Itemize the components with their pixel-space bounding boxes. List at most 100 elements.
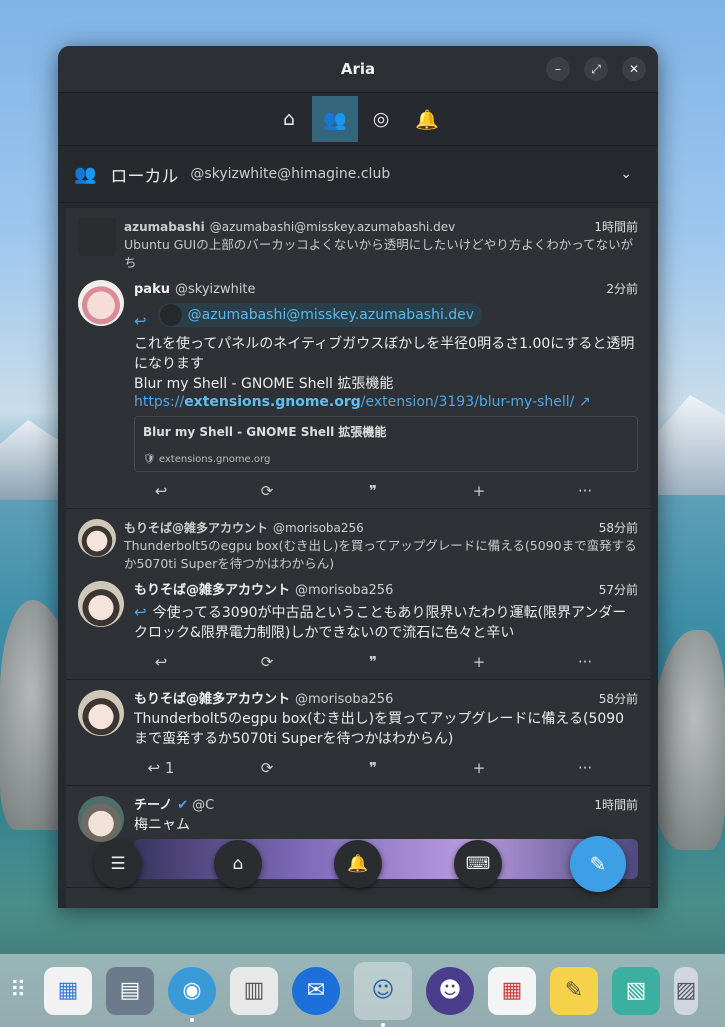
renote-button[interactable]: ⟳ bbox=[247, 653, 287, 671]
reply-button[interactable]: ↩ 1 bbox=[141, 759, 181, 777]
global-timeline-icon: ◎ bbox=[372, 108, 390, 130]
floating-nav: ☰ ⌂ 🔔 ⌨ bbox=[92, 840, 632, 890]
more-button[interactable]: ··· bbox=[565, 653, 605, 671]
notes-icon[interactable]: ✎ bbox=[550, 966, 598, 1015]
settings-icon[interactable]: ▨ bbox=[674, 966, 698, 1015]
more-button[interactable]: ··· bbox=[565, 482, 605, 500]
news-reader-icon[interactable]: ▥ bbox=[230, 966, 278, 1015]
cat-app-icon[interactable]: ☻ bbox=[426, 966, 474, 1015]
link-preview[interactable]: Blur my Shell - GNOME Shell 拡張機能 🛡 exten… bbox=[134, 416, 638, 472]
react-button[interactable]: + bbox=[459, 482, 499, 500]
background-mountain bbox=[655, 395, 725, 495]
reply-icon: ↩ bbox=[134, 312, 147, 330]
reply-button[interactable]: ↩ bbox=[141, 482, 181, 500]
tab-local[interactable]: 👥 bbox=[312, 96, 358, 142]
preview-title: Blur my Shell - GNOME Shell 拡張機能 bbox=[143, 425, 387, 439]
note-card[interactable]: もりそば@雑多アカウント @morisoba256 58分前 Thunderbo… bbox=[66, 680, 650, 786]
avatar bbox=[159, 304, 182, 326]
author-name[interactable]: もりそば@雑多アカウント bbox=[134, 691, 290, 709]
timestamp[interactable]: 1時間前 bbox=[594, 218, 638, 236]
author-username: @C bbox=[192, 798, 215, 813]
file-manager-icon[interactable]: ▤ bbox=[106, 966, 154, 1015]
site-icon: 🛡 bbox=[143, 454, 159, 465]
close-button[interactable]: ✕ bbox=[622, 57, 646, 81]
author-username: @morisoba256 bbox=[295, 692, 394, 707]
timeline-name: ローカル bbox=[110, 166, 179, 187]
timeline-account: @skyizwhite@himagine.club bbox=[190, 166, 391, 182]
renote-button[interactable]: ⟳ bbox=[247, 759, 287, 777]
renote-button[interactable]: ⟳ bbox=[247, 482, 287, 500]
local-timeline-icon: 👥 bbox=[323, 108, 347, 131]
tab-notifications[interactable]: 🔔 bbox=[404, 96, 450, 142]
note-actions: ↩ ⟳ ❞ + ··· bbox=[78, 482, 638, 500]
book-icon[interactable]: ▧ bbox=[612, 966, 660, 1015]
author-name[interactable]: paku bbox=[134, 281, 170, 299]
more-button[interactable]: ··· bbox=[565, 759, 605, 777]
avatar[interactable] bbox=[78, 218, 116, 256]
note-card[interactable]: もりそば@雑多アカウント @morisoba256 58分前 Thunderbo… bbox=[66, 509, 650, 680]
software-store-icon[interactable]: ▦ bbox=[44, 966, 92, 1015]
minimize-button[interactable]: – bbox=[546, 57, 570, 81]
reply-button[interactable]: ↩ bbox=[141, 653, 181, 671]
misskey-client-icon[interactable]: ☺ bbox=[354, 961, 412, 1027]
mention-chip[interactable]: @azumabashi@misskey.azumabashi.dev bbox=[157, 303, 483, 327]
note-text: Thunderbolt5のegpu box(むき出し)を買ってアップグレードに備… bbox=[134, 711, 625, 747]
verified-icon: ✔ bbox=[177, 798, 189, 813]
aria-app-icon[interactable]: ◉ bbox=[168, 966, 216, 1022]
avatar[interactable] bbox=[78, 796, 124, 842]
notifications-button[interactable]: 🔔 bbox=[334, 840, 382, 888]
chevron-down-icon[interactable]: ⌄ bbox=[620, 166, 632, 182]
external-link-icon: ↗ bbox=[574, 394, 591, 410]
timestamp[interactable]: 1時間前 bbox=[594, 796, 638, 814]
timestamp[interactable]: 2分前 bbox=[606, 280, 638, 298]
note-text: Thunderbolt5のegpu box(むき出し)を買ってアップグレードに備… bbox=[124, 538, 637, 571]
avatar[interactable] bbox=[78, 581, 124, 627]
note-card[interactable]: azumabashi @azumabashi@misskey.azumabash… bbox=[66, 208, 650, 509]
note-text: Ubuntu GUIの上部のバーカッコよくないから透明にしたいけどやり方よくわか… bbox=[124, 237, 634, 270]
author-name[interactable]: チーノ bbox=[134, 797, 172, 815]
local-timeline-icon: 👥 bbox=[74, 163, 97, 185]
quote-button[interactable]: ❞ bbox=[353, 482, 393, 500]
title-bar[interactable]: Aria – ⤢ ✕ bbox=[58, 46, 658, 93]
calendar-icon[interactable]: ▦ bbox=[488, 966, 536, 1015]
app-window: Aria – ⤢ ✕ ⌂ 👥 ◎ 🔔 👥 ローカル @skyizwhite@hi… bbox=[58, 46, 658, 908]
menu-button[interactable]: ☰ bbox=[94, 840, 142, 888]
quote-button[interactable]: ❞ bbox=[353, 653, 393, 671]
timestamp[interactable]: 58分前 bbox=[599, 690, 638, 708]
home-button[interactable]: ⌂ bbox=[214, 840, 262, 888]
avatar[interactable] bbox=[78, 280, 124, 326]
reply-target[interactable]: もりそば@雑多アカウント @morisoba256 58分前 Thunderbo… bbox=[78, 519, 638, 573]
author-name[interactable]: もりそば@雑多アカウント bbox=[134, 582, 290, 600]
react-button[interactable]: + bbox=[459, 653, 499, 671]
author-username: @skyizwhite bbox=[174, 282, 256, 297]
timeline-header[interactable]: 👥 ローカル @skyizwhite@himagine.club ⌄ bbox=[58, 146, 658, 203]
quote-button[interactable]: ❞ bbox=[353, 759, 393, 777]
keyboard-button[interactable]: ⌨ bbox=[454, 840, 502, 888]
timeline-tabs: ⌂ 👥 ◎ 🔔 bbox=[58, 93, 658, 146]
timestamp[interactable]: 58分前 bbox=[599, 519, 638, 537]
avatar[interactable] bbox=[78, 519, 116, 557]
dock: ⠿ ▦ ▤ ◉ ▥ ✉ ☺ ☻ ▦ ✎ ▧ ▨ bbox=[0, 954, 725, 1027]
tab-global[interactable]: ◎ bbox=[358, 96, 404, 142]
timestamp[interactable]: 57分前 bbox=[599, 581, 638, 599]
note-actions: ↩ ⟳ ❞ + ··· bbox=[78, 653, 638, 671]
home-icon: ⌂ bbox=[232, 854, 244, 874]
avatar[interactable] bbox=[78, 690, 124, 736]
keyboard-icon: ⌨ bbox=[465, 854, 491, 874]
app-grid-icon[interactable]: ⠿ bbox=[6, 967, 30, 1015]
note-text: これを使ってパネルのネイティブガウスぼかしを半径0明るさ1.00にすると透明にな… bbox=[134, 336, 635, 372]
note-link[interactable]: https://extensions.gnome.org/extension/3… bbox=[134, 394, 638, 410]
author-name[interactable]: azumabashi bbox=[124, 218, 205, 236]
compose-button[interactable]: ✎ bbox=[570, 836, 626, 892]
note-text: Blur my Shell - GNOME Shell 拡張機能 bbox=[134, 376, 394, 392]
timeline-feed[interactable]: azumabashi @azumabashi@misskey.azumabash… bbox=[66, 208, 650, 908]
thunderbird-icon[interactable]: ✉ bbox=[292, 966, 340, 1015]
menu-icon: ☰ bbox=[110, 854, 126, 874]
react-button[interactable]: + bbox=[459, 759, 499, 777]
author-username: @morisoba256 bbox=[273, 521, 364, 535]
author-name[interactable]: もりそば@雑多アカウント bbox=[124, 519, 268, 537]
home-icon: ⌂ bbox=[282, 108, 296, 130]
maximize-button[interactable]: ⤢ bbox=[584, 57, 608, 81]
reply-target[interactable]: azumabashi @azumabashi@misskey.azumabash… bbox=[78, 218, 638, 272]
tab-home[interactable]: ⌂ bbox=[266, 96, 312, 142]
